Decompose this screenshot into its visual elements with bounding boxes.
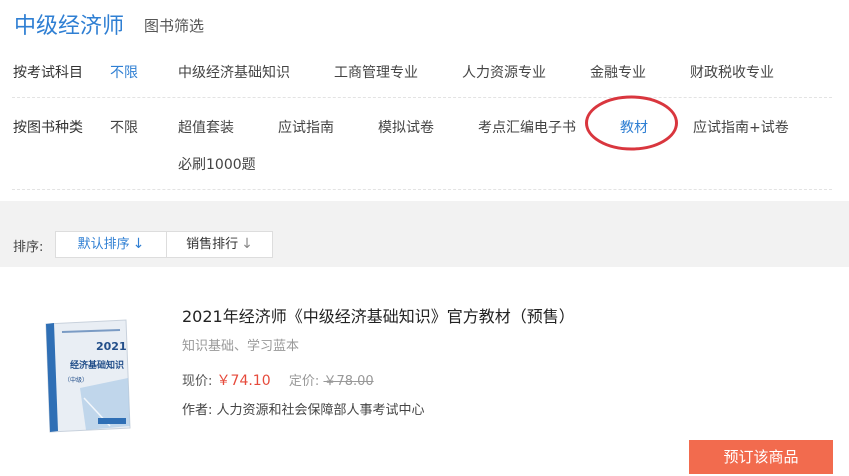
filter-booktype-option-1000-questions[interactable]: 必刷1000题 [178,154,256,174]
price-now: ￥74.10 [216,373,271,389]
price-list-label: 定价: [288,374,320,389]
sort-sales-button[interactable]: 销售排行 ↓ [167,232,272,257]
arrow-down-icon: ↓ [241,236,253,252]
book-cover-image[interactable]: 2021 经济基础知识 （中级） [40,318,132,434]
filter-booktype-option-any[interactable]: 不限 [110,117,138,137]
filter-subject-option-fiscal-tax[interactable]: 财政税收专业 [690,62,774,82]
filter-subject-option-finance[interactable]: 金融专业 [590,62,646,82]
filter-booktype-option-guide-plus-papers[interactable]: 应试指南+试卷 [693,117,789,137]
sort-label: 排序: [13,240,44,255]
filter-booktype-option-value-pack[interactable]: 超值套装 [178,117,234,137]
product-title[interactable]: 2021年经济师《中级经济基础知识》官方教材（预售） [182,303,575,327]
arrow-down-icon: ↓ [132,236,145,252]
product-author-row: 作者: 人力资源和社会保障部人事考试中心 [182,399,425,418]
sort-default-button[interactable]: 默认排序 ↓ [56,232,167,257]
author-label: 作者: [182,403,213,418]
sort-sales-label: 销售排行 [186,237,239,252]
filter-booktype-option-ebook[interactable]: 考点汇编电子书 [478,117,576,137]
filter-divider-bottom [12,189,832,190]
cover-name: 经济基础知识 [70,359,124,371]
sort-toggle-group: 默认排序 ↓ 销售排行 ↓ [55,231,273,258]
filter-subject-option-economic-basics[interactable]: 中级经济基础知识 [178,62,290,82]
price-list: ￥78.00 [323,374,374,389]
filter-booktype-option-exam-guide[interactable]: 应试指南 [278,117,334,137]
filter-divider [12,97,832,98]
filter-subject-option-business-admin[interactable]: 工商管理专业 [334,62,418,82]
filter-subject-option-human-resources[interactable]: 人力资源专业 [462,62,546,82]
highlight-circle [585,95,678,151]
preorder-button[interactable]: 预订该商品 [689,440,833,474]
cover-year: 2021 [96,340,127,353]
filter-booktype-option-mock-papers[interactable]: 模拟试卷 [378,117,434,137]
author-name: 人力资源和社会保障部人事考试中心 [216,403,425,418]
sort-default-label: 默认排序 [77,237,130,252]
filter-booktype-label: 按图书种类 [13,120,83,136]
product-price-row: 现价: ￥74.10 定价: ￥78.00 [182,370,374,390]
product-tags: 知识基础、学习蓝本 [182,339,300,354]
filter-subject-label: 按考试科目 [13,65,83,81]
page-subtitle: 图书筛选 [144,17,205,35]
cover-level: （中级） [64,376,88,384]
filter-subject-option-any[interactable]: 不限 [110,62,138,82]
price-now-label: 现价: [182,374,213,389]
page-title: 中级经济师 [14,14,125,39]
